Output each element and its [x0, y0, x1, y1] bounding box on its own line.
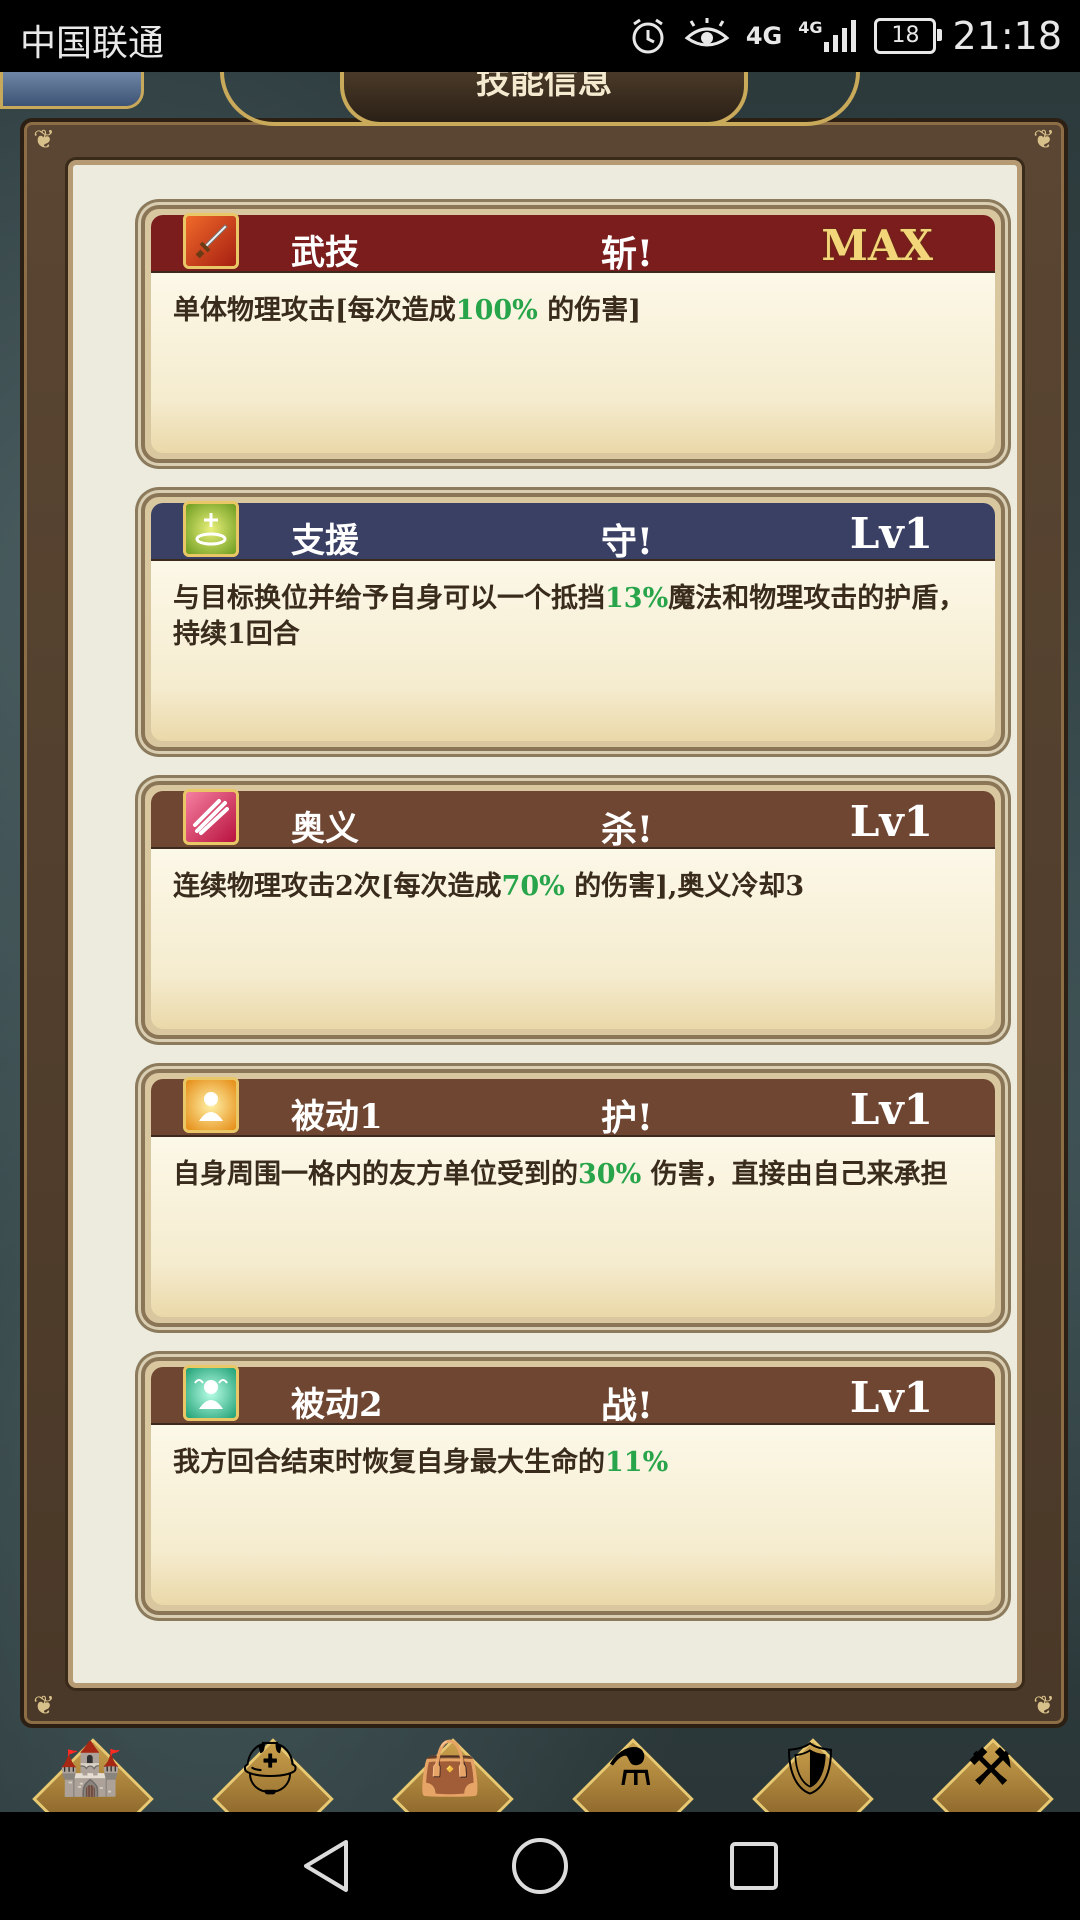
- skill-list: 武技 斩! MAX 单体物理攻击[每次造成100% 的伤害] 支援 守! Lv1…: [68, 160, 1022, 1688]
- alarm-icon: [628, 16, 668, 56]
- support-aura-icon: [183, 501, 239, 557]
- shield-crest-icon[interactable]: 🛡: [750, 1734, 874, 1860]
- system-navigation-bar: [0, 1812, 1080, 1920]
- bag-icon[interactable]: 👜: [390, 1734, 514, 1860]
- skill-card-header: 武技 斩! MAX: [151, 213, 995, 275]
- forge-icon[interactable]: ⚒: [930, 1734, 1054, 1860]
- skill-type: 被动2: [291, 1385, 383, 1425]
- skill-name: 战!: [601, 1385, 653, 1427]
- corner-ornament-icon: ❦: [33, 125, 55, 155]
- home-circle-icon[interactable]: [508, 1834, 572, 1898]
- guard-person-icon: [183, 1077, 239, 1133]
- battery-icon: 18: [874, 18, 943, 54]
- skill-level: Lv1: [849, 509, 933, 558]
- skill-type: 奥义: [291, 809, 359, 849]
- page-title: 技能信息: [340, 72, 748, 126]
- skill-type: 支援: [291, 521, 359, 561]
- corner-ornament-icon: ❦: [1033, 125, 1055, 155]
- skill-level: MAX: [821, 221, 933, 270]
- skill-description: 我方回合结束时恢复自身最大生命的11%: [173, 1447, 669, 1478]
- skill-name: 斩!: [601, 233, 653, 275]
- skill-level: Lv1: [849, 797, 933, 846]
- game-bottom-menu: 🏰 ⛑ 👜 ⚗ 🛡 ⚒: [0, 1720, 1080, 1860]
- skill-info-panel: ❦ ❦ ❦ ❦ 武技 斩! MAX 单体物理攻击[每次造成100% 的伤害] 支…: [20, 118, 1068, 1728]
- skill-card-3: 奥义 杀! Lv1 连续物理攻击2次[每次造成70% 的伤害],奥义冷却3: [141, 781, 1005, 1039]
- corner-ornament-icon: ❦: [1033, 1691, 1055, 1721]
- skill-name: 杀!: [601, 809, 653, 851]
- eye-comfort-icon: [684, 18, 730, 54]
- skill-description: 单体物理攻击[每次造成100% 的伤害]: [173, 295, 641, 326]
- potion-icon[interactable]: ⚗: [570, 1734, 694, 1860]
- skill-card-4: 被动1 护! Lv1 自身周围一格内的友方单位受到的30% 伤害，直接由自己来承…: [141, 1069, 1005, 1327]
- skill-card-header: 被动1 护! Lv1: [151, 1077, 995, 1139]
- skill-card-body: 连续物理攻击2次[每次造成70% 的伤害],奥义冷却3: [151, 849, 995, 1029]
- skill-card-body: 与目标换位并给予自身可以一个抵挡13%魔法和物理攻击的护盾，持续1回合: [151, 561, 995, 741]
- skill-type: 被动1: [291, 1097, 383, 1137]
- skill-level: Lv1: [849, 1085, 933, 1134]
- skill-description: 连续物理攻击2次[每次造成70% 的伤害],奥义冷却3: [173, 871, 805, 902]
- clock: 21:18: [952, 14, 1062, 58]
- skill-card-5: 被动2 战! Lv1 我方回合结束时恢复自身最大生命的11%: [141, 1357, 1005, 1615]
- skill-description: 自身周围一格内的友方单位受到的30% 伤害，直接由自己来承担: [173, 1159, 948, 1190]
- skill-card-2: 支援 守! Lv1 与目标换位并给予自身可以一个抵挡13%魔法和物理攻击的护盾，…: [141, 493, 1005, 751]
- status-icons: 4G 4G 18 21:18: [628, 12, 1062, 60]
- castle-icon[interactable]: 🏰: [30, 1734, 154, 1860]
- slash-burst-icon: [183, 789, 239, 845]
- skill-name: 护!: [601, 1097, 653, 1139]
- skill-description: 与目标换位并给予自身可以一个抵挡13%魔法和物理攻击的护盾，持续1回合: [173, 583, 966, 650]
- skill-name: 守!: [601, 521, 653, 563]
- corner-ornament-icon: ❦: [33, 1691, 55, 1721]
- skill-type: 武技: [291, 233, 359, 273]
- skill-card-header: 支援 守! Lv1: [151, 501, 995, 563]
- skill-card-header: 奥义 杀! Lv1: [151, 789, 995, 851]
- helmet-icon[interactable]: ⛑: [210, 1734, 334, 1860]
- skill-card-1: 武技 斩! MAX 单体物理攻击[每次造成100% 的伤害]: [141, 205, 1005, 463]
- back-tab[interactable]: [0, 72, 144, 109]
- skill-card-body: 单体物理攻击[每次造成100% 的伤害]: [151, 273, 995, 453]
- signal-icon: 4G: [798, 18, 858, 54]
- recents-square-icon[interactable]: [722, 1834, 786, 1898]
- skill-card-body: 我方回合结束时恢复自身最大生命的11%: [151, 1425, 995, 1605]
- carrier-name: 中国联通: [20, 23, 165, 64]
- skill-card-body: 自身周围一格内的友方单位受到的30% 伤害，直接由自己来承担: [151, 1137, 995, 1317]
- skill-card-header: 被动2 战! Lv1: [151, 1365, 995, 1427]
- sword-icon: [183, 213, 239, 269]
- status-bar: 中国联通 4G 4G 18 21:18: [0, 0, 1080, 72]
- heal-person-icon: [183, 1365, 239, 1421]
- back-triangle-icon[interactable]: [294, 1834, 358, 1898]
- network-4g-icon: 4G: [745, 22, 783, 50]
- skill-level: Lv1: [849, 1373, 933, 1422]
